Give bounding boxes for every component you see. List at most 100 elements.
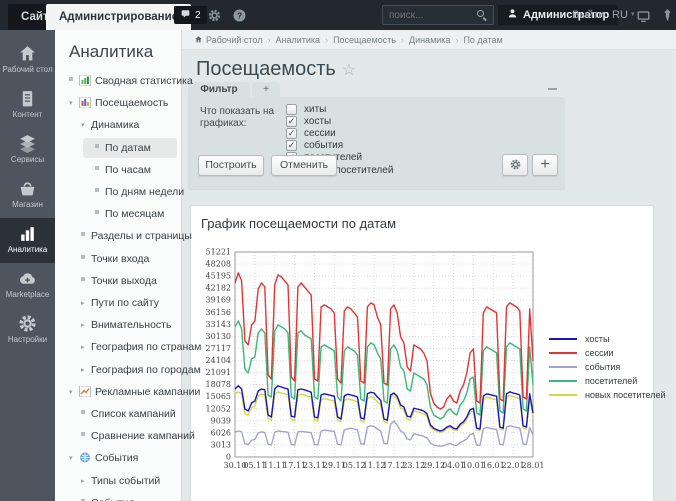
sidebar-item-by-months[interactable]: По месяцам xyxy=(95,204,164,224)
sidebar-item-by-hours[interactable]: По часам xyxy=(95,160,151,180)
bullet-icon xyxy=(81,228,91,248)
collapsed-arrow-icon: ▸ xyxy=(81,472,91,492)
sidebar-item-site-paths[interactable]: ▸Пути по сайту xyxy=(81,293,159,313)
bullet-icon xyxy=(81,273,91,293)
y-axis-tick-label: 45195 xyxy=(206,272,231,281)
filter-settings-button[interactable] xyxy=(502,154,528,176)
favorite-star-icon[interactable]: ☆ xyxy=(342,62,356,79)
language-selector[interactable]: RU ▾ xyxy=(612,0,634,30)
collapse-filter-button[interactable] xyxy=(548,88,557,90)
rail-item-settings[interactable]: Настройки xyxy=(0,308,55,353)
expanded-arrow-icon: ▾ xyxy=(69,449,79,469)
services-icon xyxy=(17,133,38,154)
checkbox-sessions[interactable]: ✓сессии xyxy=(286,127,336,139)
page-title: Посещаемость☆ xyxy=(196,58,356,81)
notifications-badge[interactable]: 2 xyxy=(174,6,207,24)
help-icon[interactable]: ? xyxy=(232,8,247,23)
sidebar-item-sections-pages[interactable]: Разделы и страницы xyxy=(81,226,192,246)
rail-item-workspace[interactable]: Рабочий стол xyxy=(0,38,55,83)
sidebar-title: Аналитика xyxy=(69,42,153,62)
checkbox-hosts[interactable]: ✓хосты xyxy=(286,115,331,127)
bullet-icon xyxy=(81,495,91,501)
checkbox-hosts-box[interactable]: ✓ xyxy=(286,116,297,127)
y-axis-tick-label: 42182 xyxy=(206,284,231,293)
sidebar-item-geo-cities[interactable]: ▸География по городам xyxy=(81,360,201,380)
gear-icon[interactable] xyxy=(207,8,222,23)
sidebar-item-by-weekdays[interactable]: По дням недели xyxy=(95,182,184,202)
rail-item-marketplace[interactable]: Marketplace xyxy=(0,263,55,308)
chart-legend: хостысессиисобытияпосетителейновых посет… xyxy=(549,332,665,402)
sidebar-item-dynamics[interactable]: ▾Динамика xyxy=(81,115,139,135)
breadcrumb-item[interactable]: Посещаемость xyxy=(333,35,396,45)
breadcrumb-item[interactable]: Аналитика xyxy=(276,35,321,45)
bullet-icon xyxy=(95,162,105,182)
search-input[interactable] xyxy=(389,7,475,23)
workspace-icon xyxy=(17,43,38,64)
y-axis-tick-label: 39169 xyxy=(206,296,231,305)
build-button[interactable]: Построить xyxy=(198,155,264,176)
add-filter-tab[interactable]: + xyxy=(252,82,280,97)
sidebar-item-attention[interactable]: ▸Внимательность xyxy=(81,315,171,335)
svg-text:?: ? xyxy=(237,12,242,21)
home-icon[interactable] xyxy=(194,35,203,45)
breadcrumb-item[interactable]: Динамика xyxy=(409,35,450,45)
notifications-icon xyxy=(180,8,191,22)
visits-icon xyxy=(79,95,91,106)
y-axis-tick-label: 30130 xyxy=(206,332,231,341)
y-axis-tick-label: 9039 xyxy=(211,416,231,425)
y-axis-tick-label: 12052 xyxy=(206,404,231,413)
content-icon xyxy=(17,88,38,109)
sidebar-item-visits[interactable]: ▾Посещаемость xyxy=(69,93,168,113)
breadcrumb-separator: › xyxy=(325,35,328,45)
monitor-icon[interactable] xyxy=(636,9,651,24)
legend-swatch xyxy=(549,338,577,340)
bullet-icon xyxy=(81,428,91,448)
series-line-sessions xyxy=(235,273,533,409)
legend-entry-sessions: сессии xyxy=(549,346,665,360)
sidebar-item-geo-countries[interactable]: ▸География по странам xyxy=(81,337,201,357)
marketplace-icon xyxy=(17,268,38,289)
legend-swatch xyxy=(549,352,577,354)
filter-tab[interactable]: Фильтр xyxy=(188,82,250,97)
breadcrumb-item[interactable]: По датам xyxy=(463,35,502,45)
shop-icon xyxy=(17,178,38,199)
logout-link[interactable]: Выйти xyxy=(572,0,605,30)
rail-item-content[interactable]: Контент xyxy=(0,83,55,128)
settings-icon xyxy=(17,313,38,334)
expanded-arrow-icon: ▾ xyxy=(69,94,79,114)
legend-swatch xyxy=(549,394,577,396)
legend-swatch xyxy=(549,380,577,382)
sidebar-item-campaign-compare[interactable]: Сравнение кампаний xyxy=(81,426,195,446)
sidebar-item-entry-points[interactable]: Точки входа xyxy=(81,249,149,269)
rail-item-services[interactable]: Сервисы xyxy=(0,128,55,173)
checkbox-events-box[interactable]: ✓ xyxy=(286,140,297,151)
search-icon[interactable] xyxy=(477,10,488,21)
sidebar-item-events-group[interactable]: ▾События xyxy=(69,448,138,468)
sidebar-item-ad-campaigns[interactable]: ▾Рекламные кампании xyxy=(69,382,200,402)
breadcrumb-item[interactable]: Рабочий стол xyxy=(206,35,263,45)
checkbox-hits[interactable]: хиты xyxy=(286,103,326,115)
sidebar-item-by-dates[interactable]: По датам xyxy=(83,138,177,158)
sidebar-item-summary-stats[interactable]: Сводная статистика xyxy=(69,71,193,91)
analytics-icon xyxy=(17,223,38,244)
checkbox-events[interactable]: ✓события xyxy=(286,140,343,152)
sidebar-item-campaign-list[interactable]: Список кампаний xyxy=(81,404,176,424)
pin-icon[interactable] xyxy=(660,8,675,23)
sidebar-item-exit-points[interactable]: Точки выхода xyxy=(81,271,157,291)
content-area: Рабочий стол›Аналитика›Посещаемость›Дина… xyxy=(182,30,676,501)
legend-swatch xyxy=(549,366,577,368)
user-icon xyxy=(507,8,518,22)
rail-item-shop[interactable]: Магазин xyxy=(0,173,55,218)
cancel-button[interactable]: Отменить xyxy=(271,155,337,176)
checkbox-sessions-box[interactable]: ✓ xyxy=(286,128,297,139)
checkbox-hits-box[interactable] xyxy=(286,104,297,115)
filter-add-button[interactable]: + xyxy=(532,154,558,176)
breadcrumb-separator: › xyxy=(268,35,271,45)
admin-tab[interactable]: Администрирование xyxy=(46,4,191,30)
bullet-icon xyxy=(81,251,91,271)
sidebar-item-event-types[interactable]: ▸Типы событий xyxy=(81,471,160,491)
y-axis-tick-label: 51221 xyxy=(206,248,231,257)
bullet-icon xyxy=(69,73,79,93)
rail-item-analytics[interactable]: Аналитика xyxy=(0,218,55,263)
sidebar-item-events-list[interactable]: События xyxy=(81,493,134,501)
